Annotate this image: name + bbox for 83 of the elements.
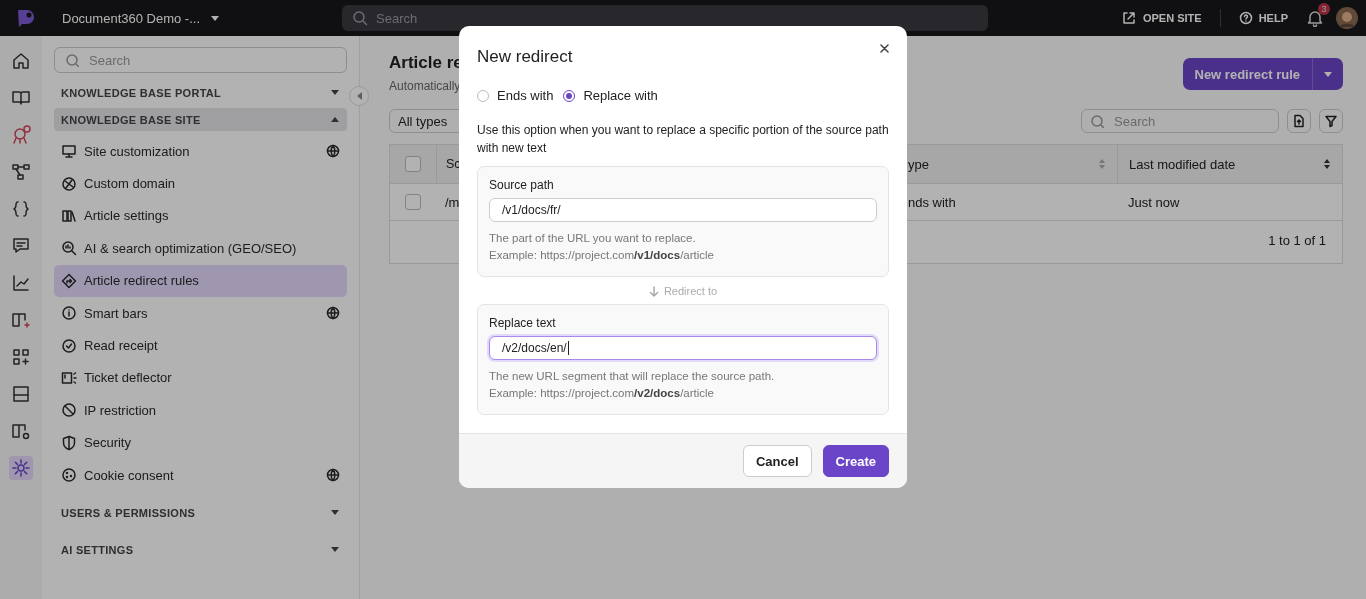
help-text: The part of the URL you want to replace. bbox=[489, 231, 697, 246]
open-site-link[interactable]: OPEN SITE bbox=[1114, 10, 1208, 26]
close-icon bbox=[880, 44, 889, 53]
braces-icon bbox=[11, 199, 31, 219]
book-icon bbox=[11, 88, 31, 108]
table-cell: nds with bbox=[908, 194, 956, 210]
filter-icon bbox=[1324, 114, 1338, 128]
help-icon bbox=[1238, 11, 1253, 25]
file-upload-icon bbox=[1292, 114, 1306, 128]
monitor-icon bbox=[61, 143, 77, 160]
caret-up-icon bbox=[330, 116, 340, 123]
external-link-icon bbox=[1120, 10, 1137, 26]
text-input[interactable]: /v1/docs/fr/ bbox=[489, 198, 877, 222]
table-cell: Just now bbox=[1128, 194, 1180, 210]
bell-icon[interactable] bbox=[1306, 9, 1324, 27]
radio-option[interactable]: Ends with bbox=[477, 88, 554, 103]
search-icon bbox=[1090, 114, 1104, 128]
chart-icon bbox=[11, 273, 31, 293]
search-chart-icon bbox=[61, 240, 77, 257]
divider-label: Redirect to bbox=[663, 285, 718, 297]
select-all-checkbox[interactable] bbox=[405, 156, 421, 172]
sidebar-item[interactable]: Read receipt bbox=[54, 329, 347, 362]
sidebar-item[interactable]: Custom domain bbox=[54, 167, 347, 200]
flow-icon bbox=[11, 162, 31, 182]
section-header[interactable]: USERS & PERMISSIONS bbox=[54, 501, 347, 525]
sidebar-item[interactable]: Ticket deflector bbox=[54, 361, 347, 395]
radio-option[interactable]: Replace with bbox=[563, 88, 658, 103]
apps-icon bbox=[11, 347, 31, 367]
section-header[interactable]: KNOWLEDGE BASE SITE bbox=[54, 108, 347, 131]
caret-down-icon bbox=[330, 89, 340, 96]
search-icon bbox=[352, 10, 368, 26]
page-subtitle: Automatically bbox=[389, 79, 462, 93]
panel-icon bbox=[11, 384, 31, 404]
pagination-text: 1 to 1 of 1 bbox=[1268, 233, 1326, 250]
caret-icon bbox=[1323, 70, 1333, 78]
caret-down-icon bbox=[330, 546, 340, 554]
example-text: Example: https://project.com/v2/docs/article bbox=[489, 386, 715, 401]
sidebar-item[interactable]: Security bbox=[54, 426, 347, 459]
shield-icon bbox=[61, 434, 77, 451]
dialog-title: New redirect bbox=[477, 47, 573, 67]
arrow-down-icon bbox=[648, 285, 659, 297]
sidebar-item[interactable]: IP restriction bbox=[54, 394, 347, 427]
notification-badge: 3 bbox=[1318, 3, 1330, 15]
sidebar-item[interactable]: Article settings bbox=[54, 199, 347, 233]
cookie-icon bbox=[61, 467, 77, 484]
sidebar-item[interactable]: AI & search optimization (GEO/SEO) bbox=[54, 232, 347, 265]
blocked-icon bbox=[61, 402, 77, 419]
sidebar-item[interactable]: Site customization bbox=[54, 135, 347, 168]
home-icon bbox=[11, 51, 31, 71]
table-cell: /m bbox=[445, 194, 460, 210]
field-label: Source path bbox=[489, 178, 555, 192]
check-circle-icon bbox=[61, 337, 77, 354]
field-label: Replace text bbox=[489, 316, 557, 330]
caret-down-icon bbox=[330, 509, 340, 517]
search-icon bbox=[65, 53, 79, 67]
redirect-icon bbox=[61, 272, 77, 289]
close-button[interactable] bbox=[880, 44, 889, 53]
example-text: Example: https://project.com/v1/docs/article bbox=[489, 248, 715, 263]
avatar-icon[interactable] bbox=[1336, 7, 1358, 29]
book-sparkle-icon bbox=[11, 310, 31, 330]
cancel-button[interactable]: Cancel bbox=[742, 445, 812, 477]
caret-icon[interactable] bbox=[210, 14, 220, 22]
chat-icon bbox=[11, 236, 31, 256]
export-button[interactable] bbox=[1287, 109, 1311, 133]
column-header[interactable]: ype bbox=[908, 156, 929, 172]
sort-icon[interactable] bbox=[1323, 158, 1331, 170]
sidebar-item[interactable]: Article redirect rules bbox=[54, 264, 347, 297]
help-text: The new URL segment that will replace the source path. bbox=[489, 369, 776, 384]
filter-button[interactable] bbox=[1319, 109, 1343, 133]
help-link[interactable]: HELP bbox=[1232, 11, 1294, 25]
info-icon bbox=[61, 305, 77, 322]
section-header[interactable]: AI SETTINGS bbox=[54, 538, 347, 562]
sidebar-item[interactable]: Smart bars bbox=[54, 296, 347, 330]
section-header[interactable]: KNOWLEDGE BASE PORTAL bbox=[54, 81, 347, 104]
project-name[interactable]: Document360 Demo -... bbox=[62, 10, 200, 26]
collapse-button[interactable] bbox=[349, 86, 369, 106]
row-checkbox[interactable] bbox=[405, 194, 421, 210]
book-gear-icon bbox=[11, 421, 31, 441]
text-input[interactable]: /v2/docs/en/ bbox=[489, 336, 877, 360]
column-header[interactable]: Last modified date bbox=[1129, 156, 1236, 172]
sidebar-item[interactable]: Cookie consent bbox=[54, 458, 347, 492]
create-button[interactable]: Create bbox=[822, 445, 889, 477]
caret-left-icon bbox=[355, 91, 363, 101]
